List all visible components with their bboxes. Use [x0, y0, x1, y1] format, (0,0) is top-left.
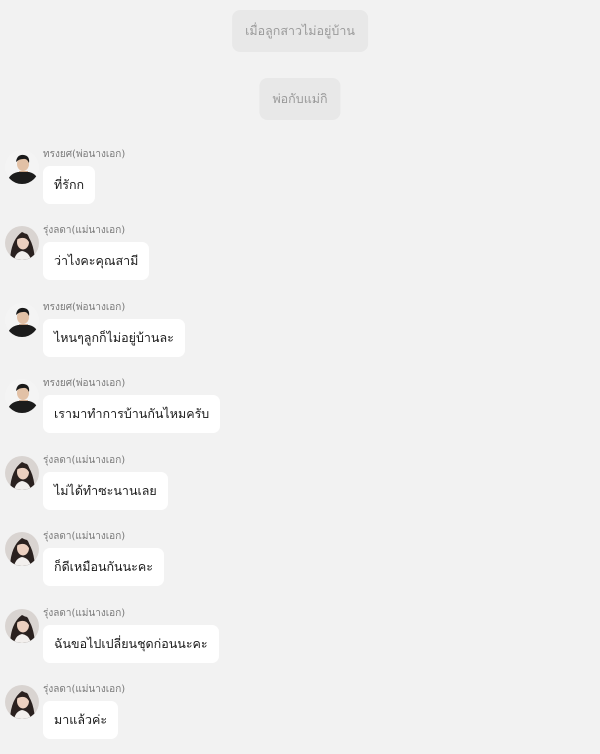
- message-bubble[interactable]: ฉันขอไปเปลี่ยนชุดก่อนนะคะ: [43, 625, 219, 663]
- sender-name: รุ่งลดา(แม่นางเอก): [43, 684, 126, 695]
- father-avatar-icon[interactable]: [5, 303, 39, 337]
- chat-thread: เมื่อลูกสาวไม่อยู่บ้าน พ่อกับแม่กิ ทรงยศ…: [0, 0, 600, 754]
- system-message: พ่อกับแม่กิ: [259, 78, 341, 120]
- sender-name: ทรงยศ(พ่อนางเอก): [43, 302, 126, 313]
- mother-avatar-icon[interactable]: [5, 226, 39, 260]
- message-bubble[interactable]: เรามาทำการบ้านกันไหมครับ: [43, 395, 221, 433]
- system-message: เมื่อลูกสาวไม่อยู่บ้าน: [232, 10, 368, 52]
- sender-name: รุ่งลดา(แม่นางเอก): [43, 455, 126, 466]
- sender-name: รุ่งลดา(แม่นางเอก): [43, 225, 126, 236]
- message-bubble[interactable]: ไหนๆลูกก็ไม่อยู่บ้านละ: [43, 319, 185, 357]
- mother-avatar-icon[interactable]: [5, 456, 39, 490]
- father-avatar-icon[interactable]: [5, 379, 39, 413]
- message-bubble[interactable]: ไม่ได้ทำซะนานเลย: [43, 472, 168, 510]
- sender-name: ทรงยศ(พ่อนางเอก): [43, 149, 126, 160]
- sender-name: รุ่งลดา(แม่นางเอก): [43, 531, 126, 542]
- father-avatar-icon[interactable]: [5, 150, 39, 184]
- message-bubble[interactable]: ที่รักก: [43, 166, 96, 204]
- mother-avatar-icon[interactable]: [5, 532, 39, 566]
- message-bubble[interactable]: ก็ดีเหมือนกันนะคะ: [43, 548, 164, 586]
- mother-avatar-icon[interactable]: [5, 609, 39, 643]
- sender-name: ทรงยศ(พ่อนางเอก): [43, 378, 126, 389]
- sender-name: รุ่งลดา(แม่นางเอก): [43, 608, 126, 619]
- message-bubble[interactable]: ว่าไงคะคุณสามี: [43, 242, 150, 280]
- mother-avatar-icon[interactable]: [5, 685, 39, 719]
- message-bubble[interactable]: มาแล้วค่ะ: [43, 701, 119, 739]
